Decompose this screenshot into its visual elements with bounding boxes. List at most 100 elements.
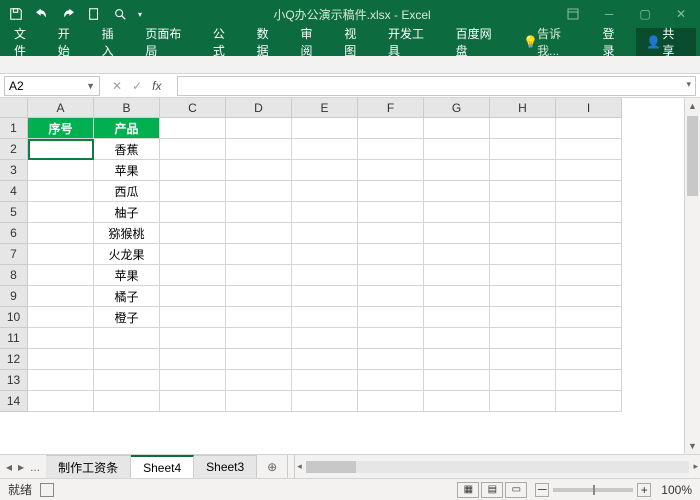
- cell[interactable]: [160, 244, 226, 265]
- cell[interactable]: [556, 223, 622, 244]
- cell[interactable]: [556, 286, 622, 307]
- cell[interactable]: [226, 307, 292, 328]
- redo-icon[interactable]: [56, 2, 80, 26]
- cell[interactable]: [490, 223, 556, 244]
- cell[interactable]: [160, 349, 226, 370]
- cell[interactable]: [556, 307, 622, 328]
- cell[interactable]: [226, 223, 292, 244]
- cell[interactable]: [358, 349, 424, 370]
- cell[interactable]: [28, 370, 94, 391]
- tab-formulas[interactable]: 公式: [203, 28, 247, 56]
- cell[interactable]: [28, 265, 94, 286]
- cell[interactable]: [556, 328, 622, 349]
- sheet-tab-payroll[interactable]: 制作工资条: [46, 455, 131, 478]
- cell[interactable]: [556, 160, 622, 181]
- row-header[interactable]: 7: [0, 244, 28, 265]
- cell[interactable]: [556, 202, 622, 223]
- cell[interactable]: [424, 370, 490, 391]
- tab-nav-left-icon[interactable]: ◂: [6, 460, 12, 474]
- column-header[interactable]: H: [490, 98, 556, 118]
- tab-baidu[interactable]: 百度网盘: [446, 28, 514, 56]
- cell[interactable]: 橙子: [94, 307, 160, 328]
- cell[interactable]: [160, 391, 226, 412]
- cell[interactable]: [490, 370, 556, 391]
- new-file-icon[interactable]: [82, 2, 106, 26]
- name-box-dropdown-icon[interactable]: ▼: [86, 81, 95, 91]
- maximize-icon[interactable]: ▢: [630, 2, 660, 26]
- cell[interactable]: [358, 223, 424, 244]
- row-header[interactable]: 3: [0, 160, 28, 181]
- cell[interactable]: 香蕉: [94, 139, 160, 160]
- cell[interactable]: [160, 307, 226, 328]
- cell[interactable]: [28, 244, 94, 265]
- cell[interactable]: [160, 223, 226, 244]
- row-header[interactable]: 8: [0, 265, 28, 286]
- cell[interactable]: [358, 181, 424, 202]
- cell[interactable]: [160, 139, 226, 160]
- cell[interactable]: [226, 181, 292, 202]
- cell[interactable]: [556, 265, 622, 286]
- column-header[interactable]: D: [226, 98, 292, 118]
- column-header[interactable]: G: [424, 98, 490, 118]
- cell[interactable]: [358, 160, 424, 181]
- cell[interactable]: 产品: [94, 118, 160, 139]
- horizontal-scrollbar[interactable]: ◂ ▸: [295, 455, 700, 478]
- cell[interactable]: [358, 265, 424, 286]
- zoom-level[interactable]: 100%: [661, 483, 692, 497]
- cell[interactable]: [424, 202, 490, 223]
- cell[interactable]: [292, 391, 358, 412]
- tab-nav-more[interactable]: ...: [30, 460, 40, 474]
- cell[interactable]: 火龙果: [94, 244, 160, 265]
- cell[interactable]: [292, 307, 358, 328]
- add-sheet-button[interactable]: ⊕: [257, 455, 287, 478]
- cell[interactable]: [160, 370, 226, 391]
- row-header[interactable]: 2: [0, 139, 28, 160]
- cell[interactable]: [28, 328, 94, 349]
- cell[interactable]: [358, 118, 424, 139]
- cell[interactable]: [490, 139, 556, 160]
- cell[interactable]: [424, 181, 490, 202]
- cell[interactable]: 橘子: [94, 286, 160, 307]
- cell[interactable]: [358, 307, 424, 328]
- print-preview-icon[interactable]: [108, 2, 132, 26]
- column-header[interactable]: B: [94, 98, 160, 118]
- zoom-out-button[interactable]: －: [535, 483, 549, 497]
- cell[interactable]: [226, 349, 292, 370]
- cell[interactable]: [28, 160, 94, 181]
- cell[interactable]: 苹果: [94, 265, 160, 286]
- sheet-tab-sheet3[interactable]: Sheet3: [194, 455, 257, 478]
- tab-file[interactable]: 文件: [4, 28, 48, 56]
- cell[interactable]: [292, 223, 358, 244]
- cell[interactable]: [358, 370, 424, 391]
- cell[interactable]: [424, 286, 490, 307]
- cell[interactable]: [94, 370, 160, 391]
- sheet-tab-sheet4[interactable]: Sheet4: [131, 455, 194, 478]
- cell[interactable]: 柚子: [94, 202, 160, 223]
- scroll-up-icon[interactable]: ▲: [685, 98, 700, 114]
- cell[interactable]: [490, 349, 556, 370]
- horizontal-scroll-thumb[interactable]: [306, 461, 356, 473]
- cell[interactable]: 苹果: [94, 160, 160, 181]
- row-header[interactable]: 12: [0, 349, 28, 370]
- cell[interactable]: [160, 118, 226, 139]
- cell[interactable]: [28, 286, 94, 307]
- zoom-slider[interactable]: [553, 488, 633, 492]
- cell[interactable]: [424, 118, 490, 139]
- cell[interactable]: [292, 202, 358, 223]
- cell[interactable]: [490, 244, 556, 265]
- scroll-right-icon[interactable]: ▸: [693, 459, 698, 475]
- expand-formula-icon[interactable]: ▾: [686, 79, 691, 90]
- cell[interactable]: [226, 370, 292, 391]
- qat-dropdown-icon[interactable]: ▾: [134, 2, 146, 26]
- select-all-corner[interactable]: [0, 98, 28, 118]
- cell[interactable]: [226, 160, 292, 181]
- cell[interactable]: 序号: [28, 118, 94, 139]
- row-header[interactable]: 4: [0, 181, 28, 202]
- cell[interactable]: [490, 265, 556, 286]
- row-header[interactable]: 5: [0, 202, 28, 223]
- cell[interactable]: [490, 328, 556, 349]
- cell[interactable]: [28, 307, 94, 328]
- cell[interactable]: [358, 286, 424, 307]
- macro-record-icon[interactable]: [40, 483, 54, 497]
- column-header[interactable]: A: [28, 98, 94, 118]
